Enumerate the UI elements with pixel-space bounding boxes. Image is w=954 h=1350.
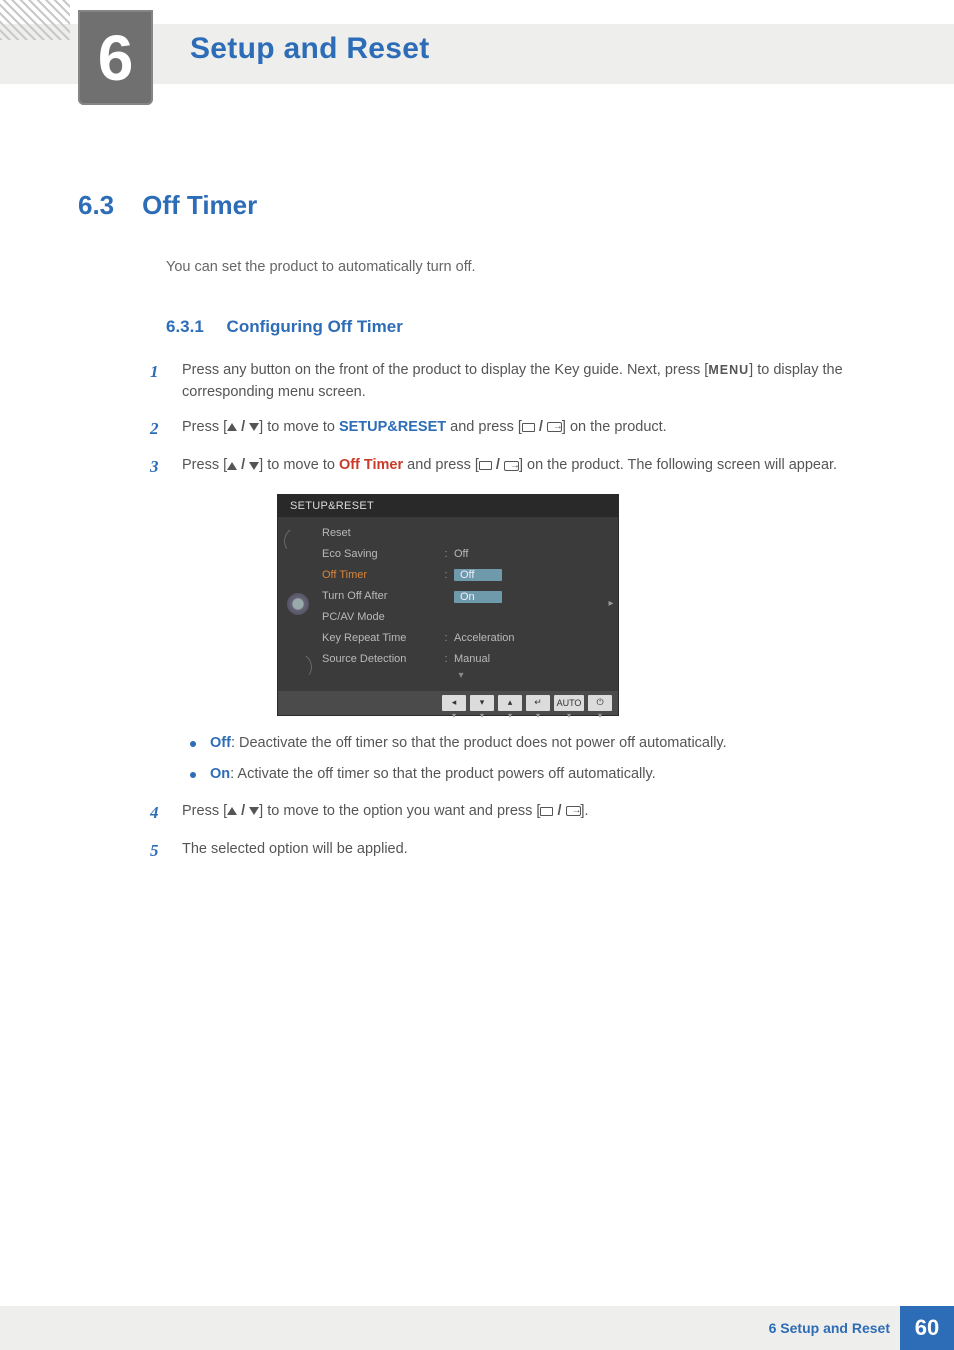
option-on-keyword: On (210, 766, 230, 782)
source-enter-icon: / (540, 800, 580, 822)
osd-title: SETUP&RESET (278, 495, 618, 517)
section-heading: 6.3 Off Timer (78, 190, 884, 221)
osd-enter-icon: ↵▾ (526, 695, 550, 711)
osd-row-off-timer: Off Timer:Off (318, 565, 604, 586)
step-number: 3 (150, 454, 182, 480)
osd-option-on: On (454, 591, 502, 603)
step-text: Press any button on the front of the pro… (182, 362, 708, 378)
bullet-off: Off: Deactivate the off timer so that th… (190, 733, 884, 755)
footer-chapter-label: 6 Setup and Reset (769, 1320, 890, 1336)
subsection-title: Configuring Off Timer (227, 317, 403, 336)
step-5: 5 The selected option will be applied. (150, 838, 884, 864)
osd-menu-list: Reset Eco Saving:Off Off Timer:Off Turn … (318, 517, 604, 691)
source-enter-icon: / (522, 416, 562, 438)
chapter-title: Setup and Reset (190, 32, 430, 66)
menu-button-label: MENU (708, 363, 749, 377)
osd-submenu-arrow-icon: ▸ (604, 517, 618, 691)
osd-row-pc-av-mode: PC/AV Mode (318, 607, 604, 628)
section-title: Off Timer (142, 190, 257, 221)
osd-row-key-repeat-time: Key Repeat Time:Acceleration (318, 628, 604, 649)
step-2: 2 Press [/] to move to SETUP&RESET and p… (150, 416, 884, 442)
osd-auto-button: AUTO▾ (554, 695, 584, 711)
osd-row-source-detection: Source Detection:Manual (318, 649, 604, 670)
page-content: 6.3 Off Timer You can set the product to… (78, 190, 884, 877)
step-text: Press [ (182, 457, 227, 473)
step-text: ] to move to the option you want and pre… (259, 803, 540, 819)
step-text: Press [ (182, 419, 227, 435)
bullet-icon (190, 772, 196, 778)
subsection-heading: 6.3.1 Configuring Off Timer (166, 317, 884, 337)
step-4: 4 Press [/] to move to the option you wa… (150, 800, 884, 826)
step-text: The selected option will be applied. (182, 841, 408, 857)
chapter-number: 6 (98, 26, 134, 90)
osd-power-icon: ⏻▾ (588, 695, 612, 711)
option-off-keyword: Off (210, 735, 231, 751)
osd-category-icon (278, 517, 318, 691)
up-down-icon: / (227, 800, 259, 822)
options-bullet-list: Off: Deactivate the off timer so that th… (190, 733, 884, 787)
step-number: 5 (150, 838, 182, 864)
source-enter-icon: / (479, 454, 519, 476)
step-text: ] on the product. The following screen w… (519, 457, 837, 473)
osd-row-eco-saving: Eco Saving:Off (318, 544, 604, 565)
step-text: and press [ (446, 419, 522, 435)
section-number: 6.3 (78, 190, 114, 221)
corner-hatch-decoration (0, 0, 70, 40)
osd-row-reset: Reset (318, 523, 604, 544)
off-timer-keyword: Off Timer (339, 457, 403, 473)
step-text: ] to move to (259, 457, 339, 473)
page-footer: 6 Setup and Reset 60 (0, 1306, 954, 1350)
chapter-number-tab: 6 (78, 10, 153, 105)
osd-option-off: Off (454, 569, 502, 581)
up-down-icon: / (227, 454, 259, 476)
bullet-on: On: Activate the off timer so that the p… (190, 764, 884, 786)
osd-footer-buttons: ◂▾ ▾▾ ▴▾ ↵▾ AUTO▾ ⏻▾ (278, 691, 618, 715)
step-text: and press [ (403, 457, 479, 473)
subsection-number: 6.3.1 (166, 317, 204, 336)
bullet-icon (190, 741, 196, 747)
osd-screenshot: SETUP&RESET Reset Eco Saving:Off Off Tim… (278, 495, 884, 715)
osd-nav-down-icon: ▾▾ (470, 695, 494, 711)
step-number: 4 (150, 800, 182, 826)
setup-reset-keyword: SETUP&RESET (339, 419, 446, 435)
osd-scroll-down-icon: ▾ (318, 670, 604, 685)
osd-nav-left-icon: ◂▾ (442, 695, 466, 711)
osd-row-turn-off-after: Turn Off AfterOn (318, 586, 604, 607)
step-text: ] to move to (259, 419, 339, 435)
option-off-text: : Deactivate the off timer so that the p… (231, 735, 727, 751)
up-down-icon: / (227, 416, 259, 438)
osd-nav-up-icon: ▴▾ (498, 695, 522, 711)
step-text: Press [ (182, 803, 227, 819)
step-number: 1 (150, 359, 182, 404)
step-1: 1 Press any button on the front of the p… (150, 359, 884, 404)
osd-panel: SETUP&RESET Reset Eco Saving:Off Off Tim… (278, 495, 618, 715)
option-on-text: : Activate the off timer so that the pro… (230, 766, 656, 782)
section-intro-text: You can set the product to automatically… (166, 259, 884, 275)
step-text: ]. (581, 803, 589, 819)
footer-page-number: 60 (900, 1306, 954, 1350)
step-3: 3 Press [/] to move to Off Timer and pre… (150, 454, 884, 480)
gear-icon (287, 593, 309, 615)
step-number: 2 (150, 416, 182, 442)
step-text: ] on the product. (562, 419, 667, 435)
